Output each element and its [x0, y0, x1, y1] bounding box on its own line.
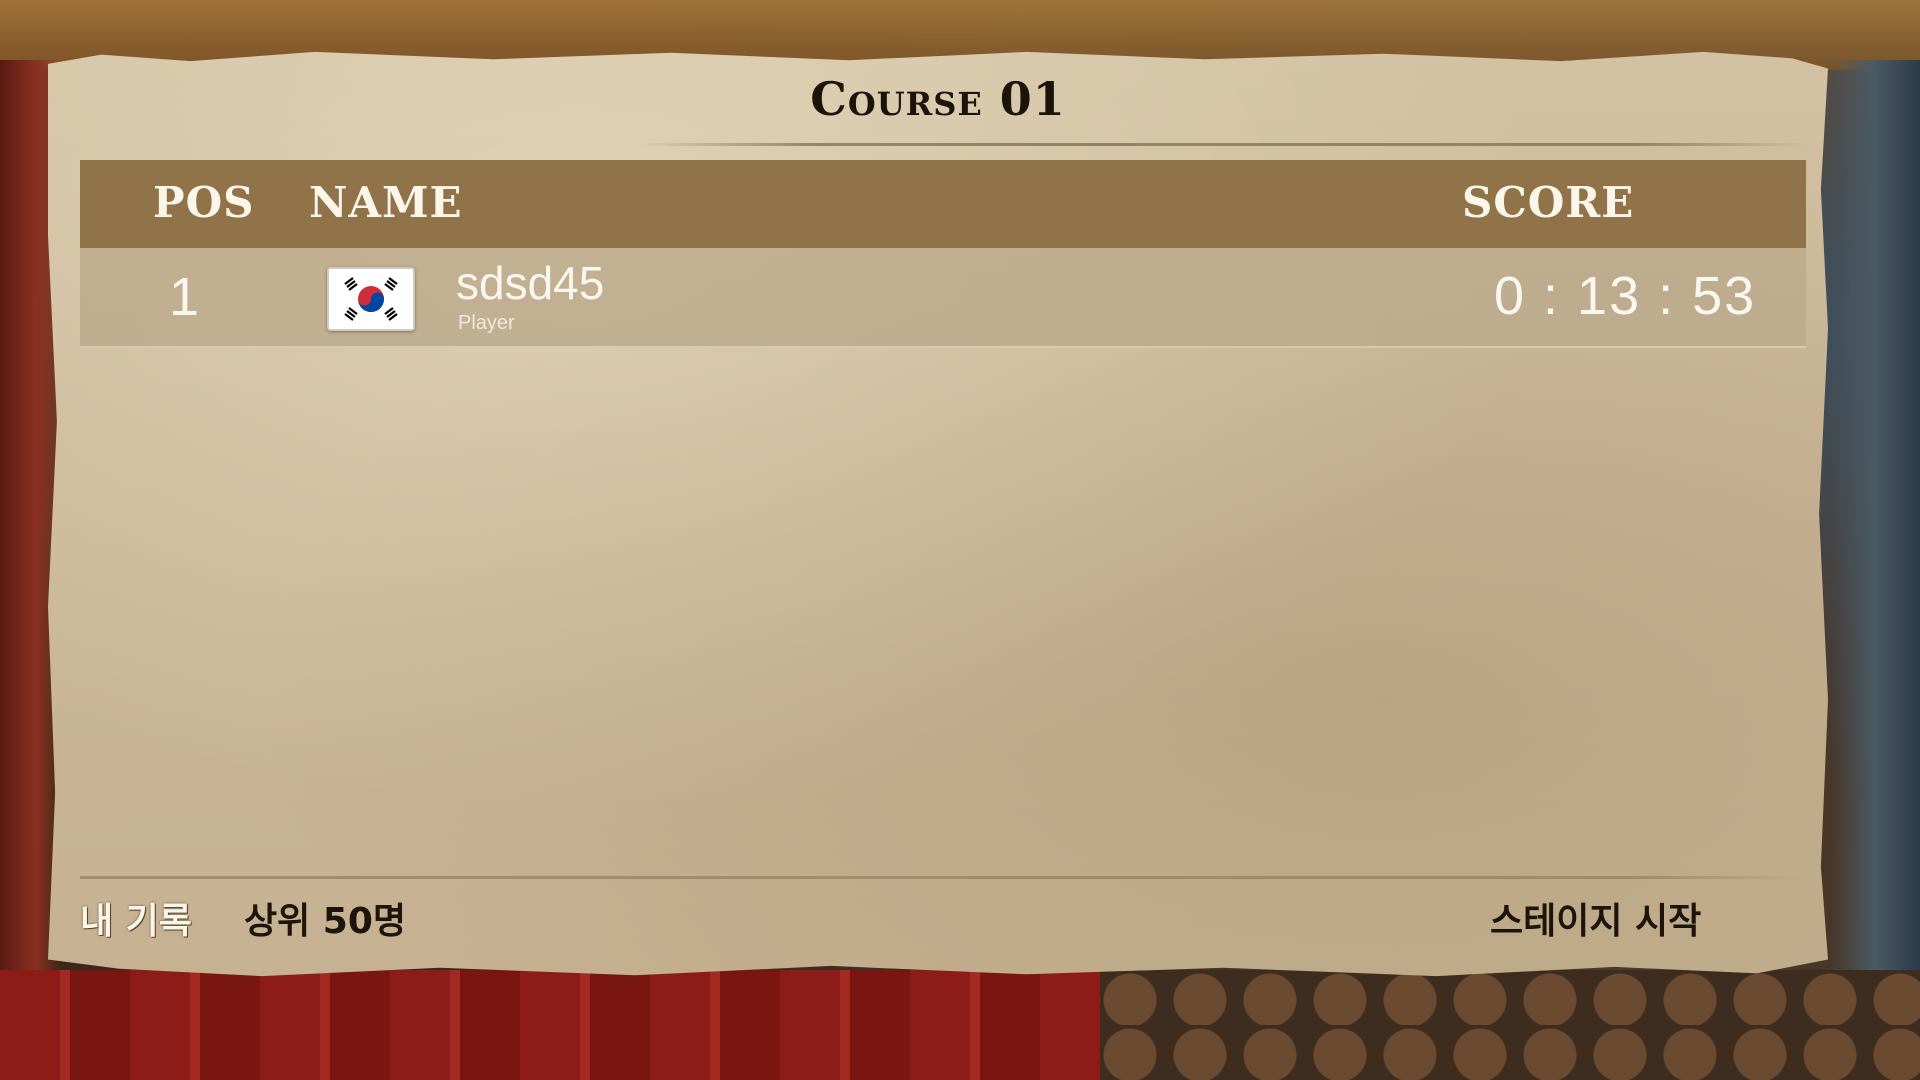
carpet-decoration [0, 970, 1100, 1080]
leaderboard-panel: Course 01 POS NAME SCORE 1 sdsd45 Player… [48, 51, 1828, 977]
row-score: 0 : 13 : 53 [1494, 266, 1757, 326]
title-divider [638, 143, 1808, 146]
header-pos: POS [153, 178, 255, 227]
header-score: SCORE [1462, 178, 1635, 227]
leaderboard-row[interactable]: 1 sdsd45 Player 0 : 13 : 53 [80, 248, 1806, 348]
korea-flag-icon [327, 267, 415, 331]
course-title: Course 01 [810, 72, 1066, 126]
row-player-role: Player [458, 312, 515, 334]
row-player-name: sdsd45 [456, 257, 605, 309]
right-decoration [1830, 60, 1920, 980]
header-name: NAME [309, 178, 463, 227]
row-position: 1 [169, 267, 200, 327]
top50-button[interactable]: 상위 50명 [244, 892, 406, 944]
cobblestone-decoration [1100, 970, 1920, 1080]
start-stage-button[interactable]: 스테이지 시작 [1490, 892, 1701, 944]
leaderboard-header: POS NAME SCORE [80, 160, 1806, 248]
game-background: Course 01 POS NAME SCORE 1 sdsd45 Player… [0, 0, 1920, 1080]
my-record-button[interactable]: 내 기록 [80, 892, 192, 944]
footer-divider [80, 876, 1806, 879]
